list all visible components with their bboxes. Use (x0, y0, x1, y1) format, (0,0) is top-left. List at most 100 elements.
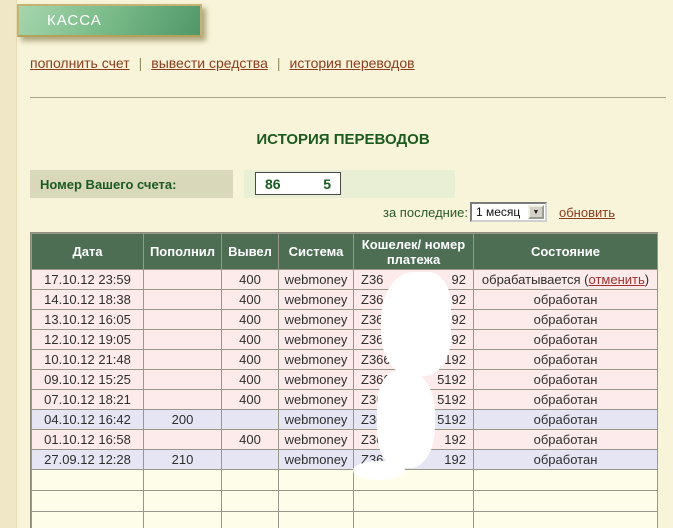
col-header-withdraw: Вывел (222, 234, 279, 270)
account-number-cell: 86 5 (244, 170, 455, 198)
cell-withdraw: 400 (222, 430, 279, 450)
wallet-visible-prefix: Z36 (361, 272, 383, 287)
cell-date: 13.10.12 16:05 (32, 310, 144, 330)
nav-link-topup[interactable]: пополнить счет (30, 55, 130, 71)
empty-cell (279, 512, 354, 528)
cell-deposit: 200 (144, 410, 222, 430)
cell-status: обработан (474, 430, 658, 450)
nav-separator: | (277, 55, 281, 71)
banner-title: КАССА (47, 12, 102, 29)
cell-deposit (144, 390, 222, 410)
wallet-visible-suffix: 192 (444, 452, 466, 467)
table-row: 14.10.12 18:38400webmoneyZ3692обработан (32, 290, 658, 310)
kassa-page: КАССА пополнить счет|вывести средства|ис… (0, 0, 673, 528)
cell-system: webmoney (279, 390, 354, 410)
cell-deposit (144, 350, 222, 370)
wallet-visible-suffix: 5192 (437, 372, 466, 387)
wallet-visible-suffix: 92 (452, 292, 466, 307)
account-number-input[interactable]: 86 5 (255, 172, 341, 195)
account-number-visible-prefix: 86 (265, 176, 281, 192)
cell-status: обработан (474, 390, 658, 410)
cell-status: обработан (474, 450, 658, 470)
account-number-visible-suffix: 5 (323, 176, 331, 192)
table-row: 27.09.12 12:28210webmoneyZ36192обработан (32, 450, 658, 470)
cancel-link[interactable]: отменить (589, 272, 645, 287)
col-header-date: Дата (32, 234, 144, 270)
wallet-visible-suffix: 192 (444, 432, 466, 447)
transfers-table: ДатаПополнилВывелСистемаКошелек/ номер п… (31, 233, 658, 528)
empty-cell (279, 470, 354, 491)
cell-withdraw (222, 410, 279, 430)
empty-cell (474, 491, 658, 512)
cell-status: обработан (474, 410, 658, 430)
cell-date: 14.10.12 18:38 (32, 290, 144, 310)
empty-cell (354, 491, 474, 512)
cell-status: обработан (474, 310, 658, 330)
table-row: 12.10.12 19:05400webmoneyZ36092обработан (32, 330, 658, 350)
empty-cell (144, 491, 222, 512)
cell-system: webmoney (279, 290, 354, 310)
table-row: 04.10.12 16:42200webmoneyZ365192обработа… (32, 410, 658, 430)
censor-blob (377, 371, 435, 468)
table-row: 07.10.12 18:21400webmoneyZ3665192обработ… (32, 390, 658, 410)
cell-withdraw: 400 (222, 330, 279, 350)
cell-system: webmoney (279, 330, 354, 350)
cell-date: 12.10.12 19:05 (32, 330, 144, 350)
cell-status: обработан (474, 290, 658, 310)
cell-deposit: 210 (144, 450, 222, 470)
wallet-visible-prefix: Z36 (361, 292, 383, 307)
cell-withdraw: 400 (222, 390, 279, 410)
period-select[interactable]: 1 месяц ▼ (470, 202, 547, 222)
cell-withdraw: 400 (222, 370, 279, 390)
period-filter: за последние: 1 месяц ▼ обновить (383, 201, 615, 223)
horizontal-divider (30, 97, 666, 98)
cell-date: 17.10.12 23:59 (32, 270, 144, 290)
empty-cell (32, 512, 144, 528)
cell-withdraw (222, 450, 279, 470)
col-header-wallet: Кошелек/ номер платежа (354, 234, 474, 270)
cell-date: 09.10.12 15:25 (32, 370, 144, 390)
refresh-link[interactable]: обновить (559, 205, 615, 220)
chevron-down-icon[interactable]: ▼ (528, 205, 544, 219)
censor-blob (381, 272, 451, 376)
cell-status: обработан (474, 350, 658, 370)
cell-system: webmoney (279, 350, 354, 370)
nav-links: пополнить счет|вывести средства|история … (30, 55, 415, 71)
cell-deposit (144, 330, 222, 350)
cell-system: webmoney (279, 270, 354, 290)
cell-system: webmoney (279, 430, 354, 450)
cell-system: webmoney (279, 410, 354, 430)
empty-cell (474, 470, 658, 491)
empty-cell (222, 470, 279, 491)
cell-date: 01.10.12 16:58 (32, 430, 144, 450)
table-row: 10.10.12 21:48400webmoneyZ366192обработа… (32, 350, 658, 370)
left-margin-strip (0, 0, 17, 528)
cell-status: обработан (474, 370, 658, 390)
empty-cell (32, 491, 144, 512)
empty-table-row (32, 470, 658, 491)
account-number-label: Номер Вашего счета: (30, 170, 233, 198)
table-row: 09.10.12 15:25400webmoneyZ3665192обработ… (32, 370, 658, 390)
empty-cell (222, 512, 279, 528)
wallet-visible-suffix: 92 (452, 272, 466, 287)
cell-date: 27.09.12 12:28 (32, 450, 144, 470)
wallet-visible-suffix: 5192 (437, 392, 466, 407)
cell-status: обработан (474, 330, 658, 350)
period-select-value: 1 месяц (472, 205, 528, 219)
empty-cell (144, 512, 222, 528)
table-row: 17.10.12 23:59400webmoneyZ3692обрабатыва… (32, 270, 658, 290)
table-row: 01.10.12 16:58400webmoneyZ36192обработан (32, 430, 658, 450)
cell-deposit (144, 270, 222, 290)
cell-date: 10.10.12 21:48 (32, 350, 144, 370)
col-header-system: Система (279, 234, 354, 270)
censor-blob (353, 461, 405, 480)
cell-withdraw: 400 (222, 270, 279, 290)
empty-table-row (32, 512, 658, 528)
empty-cell (32, 470, 144, 491)
cell-deposit (144, 310, 222, 330)
period-filter-label: за последние: (383, 205, 468, 220)
cell-withdraw: 400 (222, 310, 279, 330)
nav-link-withdraw[interactable]: вывести средства (151, 55, 268, 71)
cell-system: webmoney (279, 450, 354, 470)
nav-link-history[interactable]: история переводов (290, 55, 415, 71)
